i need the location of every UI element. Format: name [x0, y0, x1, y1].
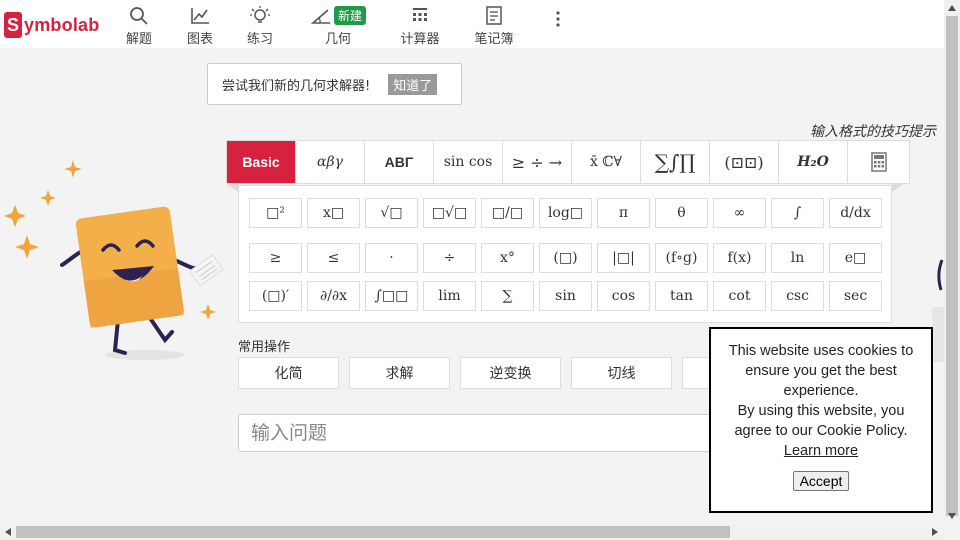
problem-input[interactable]: [239, 415, 727, 451]
scroll-right-arrow-icon[interactable]: [932, 528, 938, 536]
keypad-key[interactable]: ∫: [771, 198, 824, 228]
more-menu-icon[interactable]: [552, 10, 564, 28]
tooltip-dismiss-button[interactable]: 知道了: [388, 73, 438, 95]
angle-icon: [310, 9, 330, 24]
nav-calculators-label: 计算器: [400, 32, 440, 47]
search-icon: [130, 7, 148, 25]
scroll-up-arrow-icon[interactable]: [948, 5, 956, 11]
cookie-banner: This website uses cookies to ensure you …: [709, 327, 933, 513]
keypad-key[interactable]: □/□: [481, 198, 534, 228]
symbolab-logo[interactable]: S ymbolab: [4, 12, 99, 38]
keypad-key[interactable]: e□: [829, 243, 882, 273]
tab-calculus[interactable]: ∑∫∏: [641, 141, 710, 183]
horizontal-scroll-thumb[interactable]: [16, 526, 730, 538]
vertical-scroll-thumb[interactable]: [946, 16, 958, 516]
op-solve-button[interactable]: 求解: [349, 357, 450, 389]
keypad-key[interactable]: lim: [423, 281, 476, 311]
nav-solve-label: 解题: [125, 32, 152, 47]
keypad-key[interactable]: x°: [481, 243, 534, 273]
keypad-key[interactable]: ÷: [423, 243, 476, 273]
keypad-key[interactable]: □²: [249, 198, 302, 228]
math-keypad: □² x□ √□ □√□ □/□ log□ π θ ∞ ∫ d/dx ≥ ≤ · ÷ x° (□) |□| (f∘g…: [238, 185, 892, 323]
lightbulb-icon: [250, 6, 270, 23]
op-more-button[interactable]: [682, 357, 712, 389]
nav-geometry-label: 几何: [324, 32, 351, 47]
accept-cookies-button[interactable]: Accept: [792, 471, 850, 491]
keypad-key[interactable]: log□: [539, 198, 592, 228]
tab-chemistry[interactable]: H₂O: [779, 141, 848, 183]
keypad-key[interactable]: ∑: [481, 281, 534, 311]
keypad-key[interactable]: (f∘g): [655, 243, 708, 273]
keypad-key[interactable]: θ: [655, 198, 708, 228]
nav-solve[interactable]: 解题: [124, 6, 154, 47]
nav-geometry[interactable]: 新建 几何: [310, 6, 366, 47]
scroll-left-arrow-icon[interactable]: [5, 528, 11, 536]
tab-operators[interactable]: ≥ ÷ →: [503, 141, 572, 183]
keypad-key[interactable]: (□)′: [249, 281, 302, 311]
keypad-key[interactable]: sin: [539, 281, 592, 311]
nav-practice-label: 练习: [246, 32, 273, 47]
keyboard-corner-left: [226, 184, 238, 192]
keypad-key[interactable]: d/dx: [829, 198, 882, 228]
keypad-key[interactable]: ·: [365, 243, 418, 273]
cookie-text-2: By using this website, you agree to our …: [734, 403, 908, 439]
nav-graph[interactable]: 图表: [186, 6, 214, 47]
keypad-key[interactable]: ∫□□: [365, 281, 418, 311]
calculator-grid-icon: [413, 8, 427, 21]
tab-trig[interactable]: sin cos: [434, 141, 503, 183]
logo-text: ymbolab: [24, 14, 100, 35]
top-navbar: S ymbolab 解题 图表 练习 新建 几何 计算器 笔记簿: [0, 0, 944, 48]
vertical-scrollbar[interactable]: [944, 0, 960, 524]
problem-input-box[interactable]: [238, 414, 728, 452]
keyboard-corner-right: [892, 184, 904, 192]
keypad-key[interactable]: |□|: [597, 243, 650, 273]
keyboard-tabs: Basic αβγ ΑΒΓ sin cos ≥ ÷ → x̄ ℂ∀ ∑∫∏ (⊡…: [226, 140, 910, 184]
nav-notebook-label: 笔记簿: [474, 32, 514, 47]
keypad-key[interactable]: ∂/∂x: [307, 281, 360, 311]
keypad-key[interactable]: ≤: [307, 243, 360, 273]
keypad-key[interactable]: □√□: [423, 198, 476, 228]
keypad-key[interactable]: f(x): [713, 243, 766, 273]
keypad-key[interactable]: π: [597, 198, 650, 228]
keypad-key[interactable]: cos: [597, 281, 650, 311]
keypad-key[interactable]: tan: [655, 281, 708, 311]
keypad-key[interactable]: csc: [771, 281, 824, 311]
op-tangent-button[interactable]: 切线: [571, 357, 672, 389]
notebook-icon: [486, 6, 502, 25]
keypad-key[interactable]: cot: [713, 281, 766, 311]
calculator-icon: [870, 152, 887, 172]
keypad-key[interactable]: ∞: [713, 198, 766, 228]
tab-greek-lower[interactable]: αβγ: [296, 141, 365, 183]
scroll-down-arrow-icon[interactable]: [948, 513, 956, 519]
op-simplify-button[interactable]: 化简: [238, 357, 339, 389]
nav-graph-label: 图表: [186, 32, 213, 47]
keypad-key[interactable]: sec: [829, 281, 882, 311]
horizontal-scrollbar[interactable]: [0, 524, 944, 540]
keypad-key[interactable]: ≥: [249, 243, 302, 273]
tab-calculator[interactable]: [848, 141, 909, 183]
nav-notebook[interactable]: 笔记簿: [474, 6, 514, 47]
geometry-tooltip: 尝试我们新的几何求解器! 知道了: [207, 63, 462, 105]
keypad-key[interactable]: √□: [365, 198, 418, 228]
graph-icon: [191, 8, 209, 24]
learn-more-link[interactable]: Learn more: [784, 441, 858, 461]
keypad-key[interactable]: ln: [771, 243, 824, 273]
keypad-key[interactable]: x□: [307, 198, 360, 228]
tab-greek-upper[interactable]: ΑΒΓ: [365, 141, 434, 183]
cookie-text-1: This website uses cookies to ensure you …: [728, 343, 914, 399]
tooltip-text: 尝试我们新的几何求解器!: [222, 78, 371, 94]
nav-practice[interactable]: 练习: [246, 6, 274, 47]
tab-sets[interactable]: x̄ ℂ∀: [572, 141, 641, 183]
op-inverse-button[interactable]: 逆变换: [460, 357, 561, 389]
nav-calculators[interactable]: 计算器: [400, 6, 440, 47]
tab-matrix[interactable]: (⊡⊡): [710, 141, 779, 183]
logo-mark: S: [4, 12, 23, 38]
mascot-illustration: [4, 160, 224, 360]
common-ops-label: 常用操作: [238, 340, 291, 355]
keypad-key[interactable]: (□): [539, 243, 592, 273]
input-tips-link[interactable]: 输入格式的技巧提示: [810, 121, 936, 141]
tab-basic[interactable]: Basic: [227, 141, 296, 183]
new-badge: 新建: [334, 6, 366, 25]
